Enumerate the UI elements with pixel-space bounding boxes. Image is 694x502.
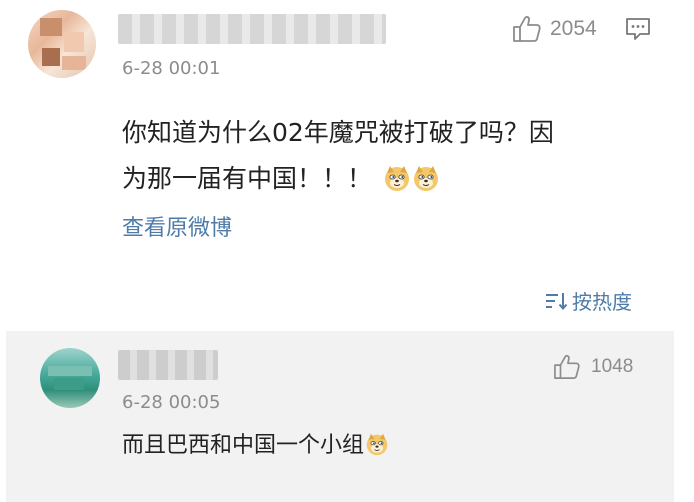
comment-text-line: 你知道为什么02年魔咒被打破了吗？因	[122, 118, 554, 147]
thumbs-up-icon	[513, 16, 541, 42]
like-count: 2054	[550, 17, 597, 40]
comment-text-segment-2: 而且巴西和中国一个小组	[122, 433, 365, 458]
doge-emoji	[384, 166, 409, 191]
sort-label: 按热度	[572, 290, 632, 314]
doge-emoji	[366, 433, 388, 456]
thumbs-up-icon	[554, 354, 580, 379]
doge-emoji	[413, 166, 438, 191]
username-blurred[interactable]	[118, 14, 386, 44]
comment-text: 你知道为什么02年魔咒被打破了吗？因 为那一届有中国！！！	[122, 110, 652, 202]
reply-button[interactable]	[625, 17, 651, 41]
comment-text-line-2: 为那一届有中国！！！	[122, 156, 652, 202]
sort-by-hot-button[interactable]: 按热度	[545, 286, 632, 315]
avatar[interactable]	[28, 10, 96, 78]
view-original-weibo-link[interactable]: 查看原微博	[122, 210, 232, 242]
comment-text-2: 而且巴西和中国一个小组	[122, 428, 389, 464]
username-blurred-2[interactable]	[118, 350, 218, 380]
like-button-2[interactable]: 1048	[553, 352, 633, 382]
sort-icon	[546, 292, 568, 310]
comment-text-segment: 为那一届有中国！！！	[122, 164, 373, 193]
comment-icon	[626, 18, 650, 40]
like-button[interactable]: 2054	[512, 14, 597, 44]
comment-timestamp: 6-28 00:01	[122, 58, 221, 79]
comment-timestamp-2: 6-28 00:05	[122, 392, 221, 413]
like-count-2: 1048	[591, 356, 634, 377]
avatar-2[interactable]	[40, 348, 100, 408]
